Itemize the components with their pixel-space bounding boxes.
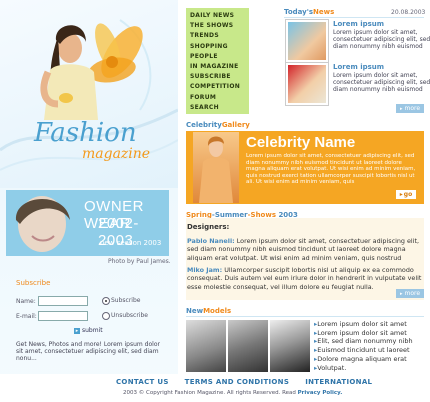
gallery-title-a: Celebrity bbox=[186, 121, 222, 129]
models-list-item[interactable]: Lorem ipsum dolor sit amet bbox=[314, 329, 413, 338]
model-photo-2[interactable] bbox=[228, 320, 268, 372]
designer-name-2[interactable]: Miko Jam: bbox=[187, 266, 222, 274]
footer-link-terms[interactable]: TERMS AND CONDITIONS bbox=[185, 378, 290, 386]
designers-label: Designers: bbox=[187, 223, 230, 231]
nav-item-people[interactable]: PEOPLE bbox=[190, 52, 240, 62]
designer-name-1[interactable]: Pablo Naneli: bbox=[187, 237, 235, 245]
model-photo-1[interactable] bbox=[186, 320, 226, 372]
main-nav: DAILY NEWS THE SHOWS TRENDS SHOPPING PEO… bbox=[190, 11, 240, 113]
news-more-button[interactable]: ▸ more bbox=[396, 104, 425, 113]
celebrity-figure bbox=[199, 136, 233, 203]
copyright-text: 2003 © Copyright Fashion Magazine. All r… bbox=[123, 390, 296, 396]
news-heading-1[interactable]: Lorem ipsum bbox=[333, 20, 384, 28]
name-input[interactable] bbox=[38, 296, 88, 306]
celebrity-text: Lorem ipsum dolor sit amet, consectetuer… bbox=[246, 153, 416, 186]
designer-text-2: Ullamcorper suscipit lobortis nisl ut al… bbox=[187, 266, 422, 291]
promo-season: new season 2003 bbox=[100, 239, 162, 247]
divider bbox=[284, 17, 424, 18]
nav-item-forum[interactable]: FORUM bbox=[190, 93, 240, 103]
gallery-title-b: Gallery bbox=[221, 121, 250, 129]
privacy-policy-link[interactable]: Privacy Policy. bbox=[298, 390, 343, 396]
submit-label: submit bbox=[82, 327, 103, 334]
brand-logo-word1: Fashion bbox=[34, 118, 137, 148]
gallery-title: CelebrityGallery bbox=[186, 121, 250, 129]
nav-item-trends[interactable]: TRENDS bbox=[190, 31, 240, 41]
nav-item-search[interactable]: SEARCH bbox=[190, 103, 240, 113]
news-date: 20.08.2003 bbox=[391, 9, 426, 16]
more-label: more bbox=[404, 290, 421, 297]
subscribe-radio-label: Subscribe bbox=[111, 297, 141, 304]
models-list: Lorem ipsum dolor sit amet Lorem ipsum d… bbox=[314, 320, 413, 373]
arrow-right-icon: ▸ bbox=[399, 191, 403, 198]
model-figure bbox=[40, 25, 98, 120]
news-title: Today'sNews bbox=[284, 8, 334, 16]
models-title-b: Models bbox=[203, 307, 232, 315]
models-list-item[interactable]: Dolore magna aliquam erat bbox=[314, 355, 413, 364]
more-label: more bbox=[404, 105, 421, 112]
go-button[interactable]: ▸ go bbox=[396, 190, 416, 199]
nav-item-the-shows[interactable]: THE SHOWS bbox=[190, 21, 240, 31]
nav-item-in-magazine[interactable]: IN MAGAZINE bbox=[190, 62, 240, 72]
email-label: E-mail: bbox=[16, 313, 37, 320]
news-thumb-2[interactable] bbox=[286, 63, 328, 105]
news-title-a: Today's bbox=[284, 8, 314, 16]
unsubscribe-radio[interactable] bbox=[102, 312, 110, 320]
copyright: 2003 © Copyright Fashion Magazine. All r… bbox=[123, 390, 342, 396]
models-list-item[interactable]: Elit, sed diam nonummy nibh bbox=[314, 337, 412, 346]
arrow-right-icon: ▸ bbox=[74, 327, 80, 334]
photo-credit: Photo by Paul James. bbox=[108, 258, 171, 265]
models-title-a: New bbox=[186, 307, 204, 315]
designer-entry-1: Pablo Naneli: Lorem ipsum dolor sit amet… bbox=[187, 237, 423, 262]
celebrity-photo[interactable] bbox=[193, 132, 239, 203]
celebrity-name: Celebrity Name bbox=[246, 134, 356, 151]
nav-item-shopping[interactable]: SHOPPING bbox=[190, 42, 240, 52]
unsubscribe-radio-label: Unsubscribe bbox=[111, 312, 148, 319]
subscribe-title: Subscribe bbox=[16, 279, 51, 287]
submit-button[interactable]: ▸ submit bbox=[74, 327, 103, 334]
promo-banner[interactable]: OWNER WEAR 2002-2003 new season 2003 bbox=[6, 190, 169, 256]
designer-entry-2: Miko Jam: Ullamcorper suscipit lobortis … bbox=[187, 266, 423, 291]
shows-more-button[interactable]: ▸ more bbox=[396, 289, 425, 298]
news-title-b: News bbox=[313, 8, 335, 16]
go-label: go bbox=[403, 191, 413, 198]
footer-nav: CONTACT US TERMS AND CONDITIONS INTERNAT… bbox=[116, 378, 372, 386]
arrow-right-icon: ▸ bbox=[400, 290, 403, 297]
news-body-1: Lorem ipsum dolor sit amet, consectetuer… bbox=[333, 29, 430, 51]
models-list-item[interactable]: Volutpat. bbox=[314, 364, 413, 373]
models-list-item[interactable]: Lorem ipsum dolor sit amet bbox=[314, 320, 413, 329]
news-thumb-1[interactable] bbox=[286, 20, 328, 62]
subscribe-radio[interactable] bbox=[102, 297, 110, 305]
nav-item-competition[interactable]: COMPETITION bbox=[190, 82, 240, 92]
name-label: Name: bbox=[16, 298, 36, 305]
subscribe-note: Get News, Photos and more! Lorem ipsum d… bbox=[16, 341, 160, 362]
models-title: NewModels bbox=[186, 307, 231, 315]
nav-item-daily-news[interactable]: DAILY NEWS bbox=[190, 11, 240, 21]
models-list-item[interactable]: Euismod tincidunt ut laoreet bbox=[314, 346, 413, 355]
model-photo-3[interactable] bbox=[270, 320, 310, 372]
arrow-right-icon: ▸ bbox=[400, 105, 403, 112]
flower-icon bbox=[88, 23, 143, 83]
nav-item-subscribe[interactable]: SUBSCRIBE bbox=[190, 72, 240, 82]
news-body-2: Lorem ipsum dolor sit amet, consectetuer… bbox=[333, 72, 430, 94]
footer-link-contact[interactable]: CONTACT US bbox=[116, 378, 169, 386]
footer-link-international[interactable]: INTERNATIONAL bbox=[305, 378, 372, 386]
divider bbox=[186, 316, 424, 317]
news-heading-2[interactable]: Lorem ipsum bbox=[333, 63, 384, 71]
email-input[interactable] bbox=[38, 311, 88, 321]
brand-logo-word2: magazine bbox=[82, 146, 151, 162]
